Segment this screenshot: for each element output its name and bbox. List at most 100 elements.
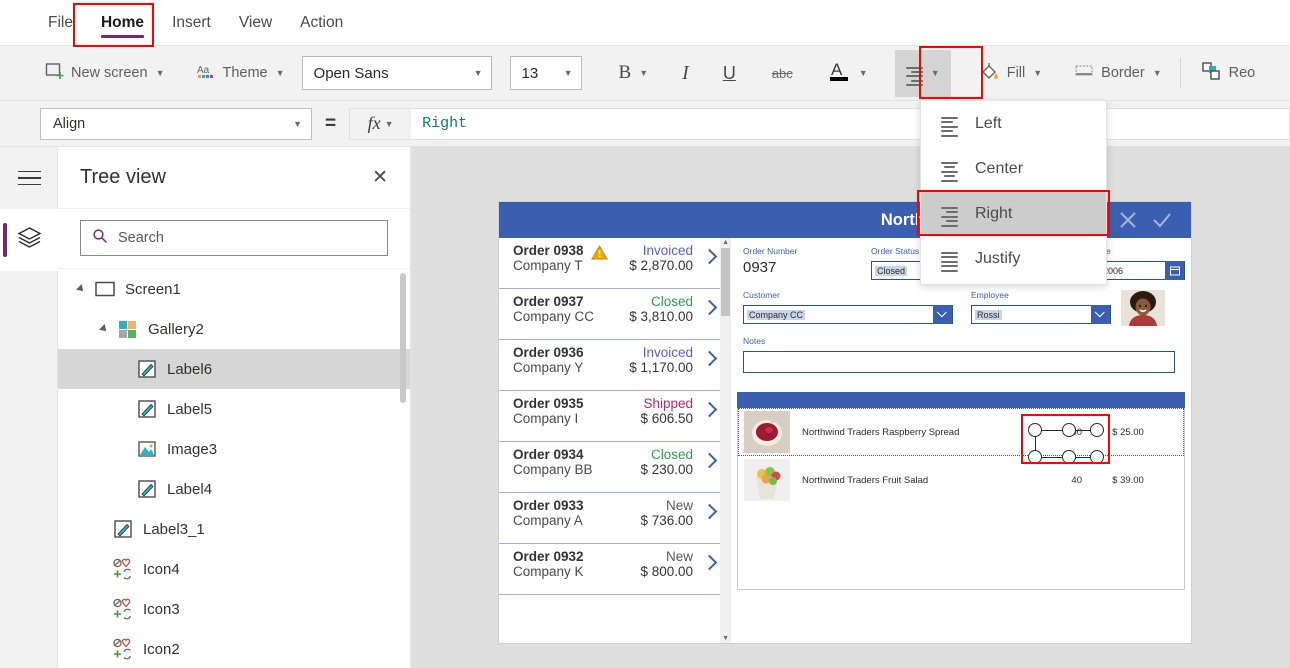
gallery-row[interactable]: Order 0938 Invoiced Company T $ 2,870.00 <box>499 238 731 289</box>
gallery-row[interactable]: Order 0932 New Company K $ 800.00 <box>499 544 731 595</box>
tree-node-label: Icon2 <box>143 640 180 658</box>
italic-button[interactable]: I <box>673 53 698 93</box>
tree-node-label5[interactable]: Label5 <box>58 389 410 429</box>
close-icon[interactable] <box>1115 207 1141 233</box>
align-menu-item-center[interactable]: Center <box>921 146 1106 191</box>
gallery-row[interactable]: Order 0933 New Company A $ 736.00 <box>499 493 731 544</box>
strikethrough-button[interactable]: abc <box>763 53 802 93</box>
align-left-icon <box>941 117 958 137</box>
chevron-down-icon: ▼ <box>1152 68 1162 78</box>
tree-search-box[interactable]: Search <box>80 220 388 256</box>
customer-field[interactable]: Customer Company CC <box>743 290 953 324</box>
notes-input[interactable] <box>743 351 1175 373</box>
company-name: Company I <box>513 411 579 426</box>
tree-node-label6[interactable]: Label6 <box>58 349 410 389</box>
order-amount: $ 736.00 <box>640 513 693 528</box>
order-amount: $ 2,870.00 <box>629 258 693 273</box>
rail-item-tree-view[interactable] <box>0 209 58 271</box>
chevron-right-icon[interactable] <box>701 452 718 469</box>
align-menu-item-left[interactable]: Left <box>921 101 1106 146</box>
product-row[interactable]: Northwind Traders Raspberry Spread 90 $ … <box>738 408 1184 456</box>
border-button[interactable]: Border ▼ <box>1065 53 1170 93</box>
employee-field[interactable]: Employee Rossi <box>971 290 1111 324</box>
align-menu-item-right[interactable]: Right <box>921 191 1106 236</box>
new-screen-button[interactable]: New screen ▼ <box>36 53 173 93</box>
order-amount: $ 230.00 <box>640 462 693 477</box>
expander-icon[interactable] <box>100 323 112 335</box>
product-row[interactable]: Northwind Traders Fruit Salad 40 $ 39.00 <box>738 456 1184 504</box>
menu-item-action[interactable]: Action <box>286 0 357 46</box>
tree-node-gallery2[interactable]: Gallery2 <box>58 309 410 349</box>
align-menu-item-justify[interactable]: Justify <box>921 236 1106 281</box>
icon-icon <box>112 558 134 580</box>
bold-button[interactable]: B ▼ <box>610 53 658 93</box>
chevron-right-icon[interactable] <box>701 248 718 265</box>
label-icon <box>136 358 158 380</box>
chevron-right-icon[interactable] <box>701 503 718 520</box>
property-select[interactable]: Align ▼ <box>40 107 312 140</box>
gallery-scroll-thumb[interactable] <box>721 248 730 316</box>
menu-item-file[interactable]: File <box>34 0 87 46</box>
employee-value: Rossi <box>975 309 1002 320</box>
expander-icon[interactable] <box>77 283 89 295</box>
order-name: Order 0938 <box>513 243 584 258</box>
tree-node-icon2[interactable]: Icon2 <box>58 629 410 667</box>
tree-node-label3-1[interactable]: Label3_1 <box>58 509 410 549</box>
chevron-down-icon[interactable] <box>1091 305 1110 324</box>
product-name: Northwind Traders Fruit Salad <box>802 474 929 486</box>
fill-button[interactable]: Fill ▼ <box>971 53 1051 93</box>
tree-scrollbar[interactable] <box>400 273 406 403</box>
check-icon[interactable] <box>1149 207 1175 233</box>
scroll-up-icon[interactable]: ▲ <box>722 239 729 246</box>
calendar-icon[interactable] <box>1165 261 1184 280</box>
chevron-right-icon[interactable] <box>701 401 718 418</box>
close-icon[interactable]: ✕ <box>372 168 388 187</box>
order-date-input[interactable]: 2006 <box>1099 261 1185 280</box>
tree-node-icon3[interactable]: Icon3 <box>58 589 410 629</box>
align-button[interactable]: ▼ <box>894 49 951 97</box>
label-icon <box>136 478 158 500</box>
border-icon <box>1074 61 1094 85</box>
order-date-field[interactable]: ate 2006 <box>1099 246 1185 280</box>
tree-node-label4[interactable]: Label4 <box>58 469 410 509</box>
employee-input[interactable]: Rossi <box>971 305 1111 324</box>
chevron-right-icon[interactable] <box>701 350 718 367</box>
detail-actions <box>1115 207 1179 233</box>
chevron-down-icon[interactable] <box>933 305 952 324</box>
order-amount: $ 606.50 <box>640 411 693 426</box>
search-icon <box>92 228 108 249</box>
scroll-down-icon[interactable]: ▼ <box>722 635 729 642</box>
hamburger-menu-button[interactable] <box>0 147 58 209</box>
customer-input[interactable]: Company CC <box>743 305 953 324</box>
menu-item-home[interactable]: Home <box>87 0 158 46</box>
warning-icon <box>591 244 608 265</box>
gallery-row[interactable]: Order 0935 Shipped Company I $ 606.50 <box>499 391 731 442</box>
tree-node-list[interactable]: Screen1 Gallery2 Label6 Label5 Image3 La… <box>58 269 410 667</box>
chevron-right-icon[interactable] <box>701 554 718 571</box>
menu-item-insert[interactable]: Insert <box>158 0 225 46</box>
gallery-row[interactable]: Order 0937 Closed Company CC $ 3,810.00 <box>499 289 731 340</box>
fx-button[interactable]: fx ▼ <box>349 107 412 140</box>
product-qty: 90 <box>1071 426 1082 438</box>
chevron-right-icon[interactable] <box>701 299 718 316</box>
italic-icon: I <box>682 61 689 84</box>
gallery-row[interactable]: Order 0936 Invoiced Company Y $ 1,170.00 <box>499 340 731 391</box>
tree-node-image3[interactable]: Image3 <box>58 429 410 469</box>
font-color-button[interactable]: A ▼ <box>820 53 877 93</box>
tree-node-icon4[interactable]: Icon4 <box>58 549 410 589</box>
tree-node-screen1[interactable]: Screen1 <box>58 269 410 309</box>
theme-button[interactable]: Aa Theme ▼ <box>187 53 293 93</box>
align-dropdown-menu[interactable]: Left Center Right Justify <box>920 100 1107 285</box>
reorder-button[interactable]: Reo <box>1192 53 1265 93</box>
font-name-select[interactable]: Open Sans ▼ <box>301 56 492 90</box>
font-size-select[interactable]: 13 ▼ <box>509 56 582 90</box>
orders-gallery[interactable]: Order 0938 Invoiced Company T $ 2,870.00 <box>499 202 731 643</box>
products-gallery[interactable]: Northwind Traders Raspberry Spread 90 $ … <box>737 408 1185 590</box>
formula-input[interactable]: Right <box>411 107 1290 140</box>
notes-field[interactable]: Notes <box>743 336 1175 373</box>
order-name: Order 0934 <box>513 447 584 462</box>
order-number-value: 0937 <box>743 259 777 276</box>
underline-button[interactable]: U <box>714 53 745 93</box>
menu-item-view[interactable]: View <box>225 0 286 46</box>
gallery-row[interactable]: Order 0934 Closed Company BB $ 230.00 <box>499 442 731 493</box>
